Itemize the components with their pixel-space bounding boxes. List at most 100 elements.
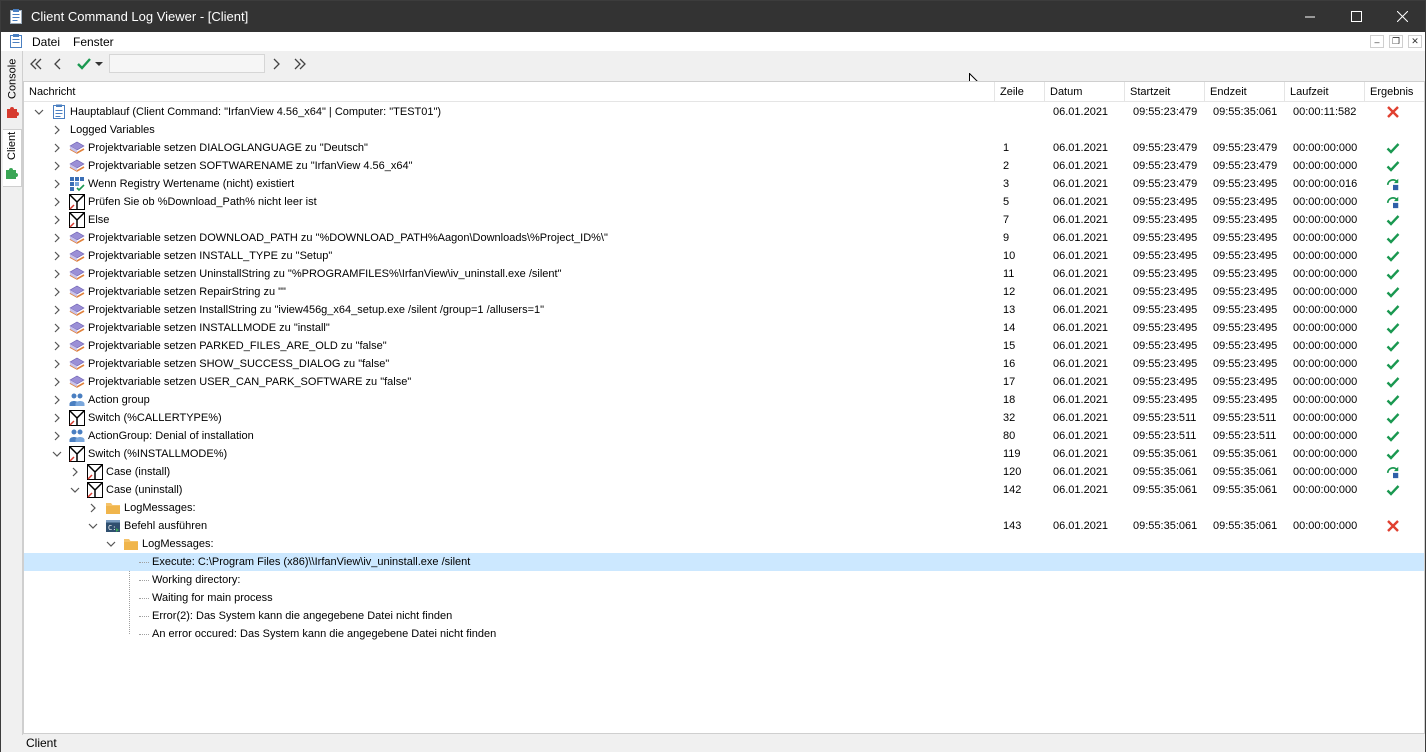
chevron-right-icon[interactable] (52, 359, 62, 369)
previous-button[interactable] (51, 54, 65, 74)
row-end-time: 09:55:23:495 (1213, 268, 1278, 280)
row-start-time: 09:55:35:061 (1133, 484, 1198, 496)
menu-fenster[interactable]: Fenster (73, 35, 114, 49)
chevron-right-icon[interactable] (52, 323, 62, 333)
menu-datei[interactable]: Datei (32, 35, 60, 49)
search-input[interactable] (109, 54, 265, 73)
tree-row[interactable]: C: Befehl ausführen 143 06.01.2021 09:55:35:… (24, 517, 1424, 535)
row-duration: 00:00:00:000 (1293, 430, 1358, 442)
row-end-time: 09:55:23:495 (1213, 376, 1278, 388)
chevron-down-icon[interactable] (88, 521, 98, 531)
chevron-right-icon[interactable] (52, 179, 62, 189)
maximize-button[interactable] (1333, 1, 1379, 32)
tree-row[interactable]: Switch (%CALLERTYPE%) 32 06.01.2021 09:55:2… (24, 409, 1424, 427)
tree-row[interactable]: Projektvariable setzen UninstallString z… (24, 265, 1424, 283)
tree-row[interactable]: Case (uninstall) 142 06.01.2021 09:55:35:06… (24, 481, 1424, 499)
double-chevron-left-icon (30, 58, 42, 70)
tree-row[interactable]: LogMessages: (24, 499, 1424, 517)
chevron-right-icon[interactable] (70, 467, 80, 477)
tree-row[interactable]: Switch (%INSTALLMODE%) 119 06.01.2021 09:55… (24, 445, 1424, 463)
tree-row[interactable]: Waiting for main process (24, 589, 1424, 607)
tree-row[interactable]: Hauptablauf (Client Command: "IrfanView … (24, 103, 1424, 121)
chevron-down-icon[interactable] (106, 539, 116, 549)
tree-row[interactable]: Projektvariable setzen RepairString zu "… (24, 283, 1424, 301)
tree-row[interactable]: Action group 18 06.01.2021 09:55:23:495 09:5… (24, 391, 1424, 409)
chevron-down-icon[interactable] (34, 107, 44, 117)
column-startzeit[interactable]: Startzeit (1125, 82, 1205, 102)
row-result (1386, 177, 1400, 191)
tree-row[interactable]: An error occured: Das System kann die an… (24, 625, 1424, 643)
chevron-right-icon[interactable] (52, 413, 62, 423)
tree-row[interactable]: Projektvariable setzen DOWNLOAD_PATH zu … (24, 229, 1424, 247)
last-button[interactable] (291, 54, 309, 74)
row-start-time: 09:55:23:495 (1133, 340, 1198, 352)
column-datum[interactable]: Datum (1045, 82, 1125, 102)
tree-row[interactable]: Projektvariable setzen INSTALLMODE zu "i… (24, 319, 1424, 337)
filter-dropdown-button[interactable] (73, 54, 105, 74)
chevron-right-icon[interactable] (52, 143, 62, 153)
row-end-time: 09:55:23:495 (1213, 394, 1278, 406)
tree-row[interactable]: Logged Variables (24, 121, 1424, 139)
tab-client[interactable]: Client (3, 129, 22, 187)
row-line: 142 (1003, 484, 1022, 496)
tree-row[interactable]: Projektvariable setzen USER_CAN_PARK_SOF… (24, 373, 1424, 391)
check-icon (1386, 395, 1400, 406)
chevron-down-icon[interactable] (70, 485, 80, 495)
column-ergebnis[interactable]: Ergebnis (1365, 82, 1424, 102)
row-date: 06.01.2021 (1053, 160, 1109, 172)
column-nachricht[interactable]: Nachricht (24, 82, 994, 102)
chevron-right-icon[interactable] (52, 431, 62, 441)
close-button[interactable] (1379, 1, 1425, 32)
tree-row[interactable]: Projektvariable setzen INSTALL_TYPE zu "… (24, 247, 1424, 265)
row-end-time: 09:55:35:061 (1213, 448, 1278, 460)
chevron-right-icon[interactable] (52, 161, 62, 171)
tree-row[interactable]: Projektvariable setzen SHOW_SUCCESS_DIAL… (24, 355, 1424, 373)
row-message: Projektvariable setzen DOWNLOAD_PATH zu … (88, 232, 608, 244)
variable-icon (69, 248, 85, 264)
tree-row[interactable]: Error(2): Das System kann die angegebene… (24, 607, 1424, 625)
tree-row[interactable]: ActionGroup: Denial of installation 80 06.… (24, 427, 1424, 445)
chevron-right-icon[interactable] (52, 197, 62, 207)
tree-row[interactable]: Execute: C:\Program Files (x86)\\IrfanVi… (24, 553, 1424, 571)
chevron-right-icon[interactable] (52, 125, 62, 135)
chevron-down-icon[interactable] (52, 449, 62, 459)
row-line: 143 (1003, 520, 1022, 532)
chevron-right-icon[interactable] (52, 377, 62, 387)
column-zeile[interactable]: Zeile (994, 82, 1045, 102)
chevron-right-icon[interactable] (52, 395, 62, 405)
row-duration: 00:00:00:000 (1293, 142, 1358, 154)
tree-row[interactable]: Projektvariable setzen SOFTWARENAME zu "… (24, 157, 1424, 175)
row-result (1386, 249, 1400, 263)
tree-row[interactable]: Projektvariable setzen PARKED_FILES_ARE_… (24, 337, 1424, 355)
tree-row[interactable]: LogMessages: (24, 535, 1424, 553)
next-button[interactable] (269, 54, 283, 74)
tab-console[interactable]: Console (3, 57, 22, 119)
status-text: Client (26, 736, 57, 750)
tree-row[interactable]: Projektvariable setzen InstallString zu … (24, 301, 1424, 319)
chevron-right-icon[interactable] (52, 269, 62, 279)
chevron-right-icon[interactable] (52, 251, 62, 261)
first-button[interactable] (27, 54, 45, 74)
chevron-right-icon[interactable] (52, 341, 62, 351)
row-message: Projektvariable setzen SHOW_SUCCESS_DIAL… (88, 358, 390, 370)
tree-row[interactable]: Else 7 06.01.2021 09:55:23:495 09:55:23:495 0… (24, 211, 1424, 229)
column-endzeit[interactable]: Endzeit (1205, 82, 1285, 102)
log-tree-grid[interactable]: Nachricht Zeile Datum Startzeit Endzeit … (23, 81, 1425, 734)
column-laufzeit[interactable]: Laufzeit (1285, 82, 1365, 102)
chevron-right-icon[interactable] (88, 503, 98, 513)
tree-row[interactable]: Prüfen Sie ob %Download_Path% nicht leer… (24, 193, 1424, 211)
check-icon (1386, 485, 1400, 496)
mdi-minimize-button[interactable]: – (1370, 35, 1384, 48)
chevron-right-icon[interactable] (52, 215, 62, 225)
minimize-button[interactable] (1287, 1, 1333, 32)
tree-row[interactable]: Working directory: (24, 571, 1424, 589)
mdi-restore-button[interactable]: ❐ (1389, 35, 1403, 48)
mdi-close-button[interactable]: ✕ (1408, 35, 1422, 48)
row-message: Prüfen Sie ob %Download_Path% nicht leer… (88, 196, 317, 208)
tree-row[interactable]: Case (install) 120 06.01.2021 09:55:35:061 0… (24, 463, 1424, 481)
tree-row[interactable]: Wenn Registry Wertename (nicht) existier… (24, 175, 1424, 193)
chevron-right-icon[interactable] (52, 287, 62, 297)
chevron-right-icon[interactable] (52, 233, 62, 243)
chevron-right-icon[interactable] (52, 305, 62, 315)
tree-row[interactable]: Projektvariable setzen DIALOGLANGUAGE zu… (24, 139, 1424, 157)
